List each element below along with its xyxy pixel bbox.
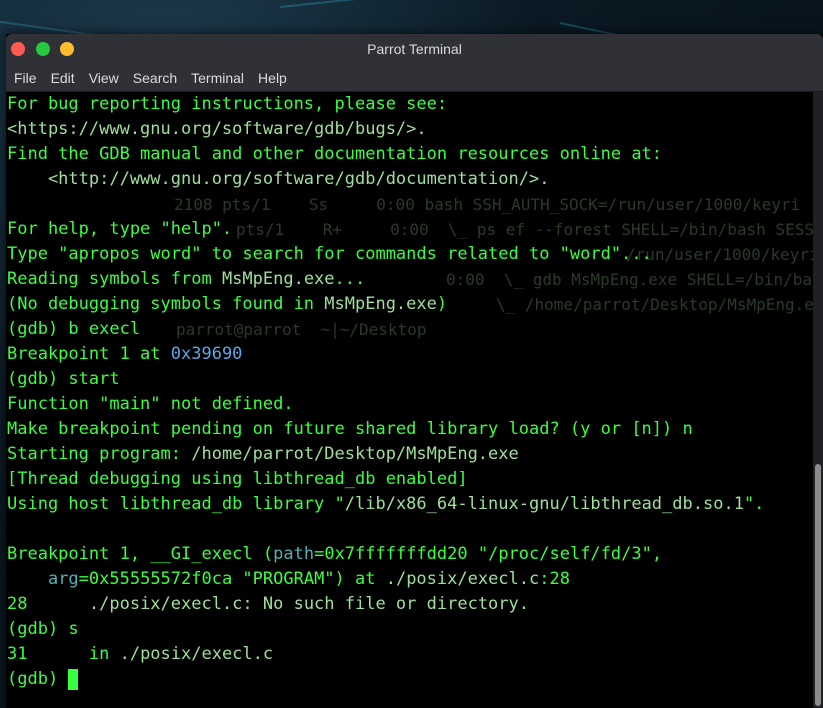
terminal-text-segment: ) (436, 294, 448, 314)
terminal-line: Find the GDB manual and other documentat… (7, 142, 813, 167)
terminal-text-segment: <http://www.gnu.org/software/gdb/documen… (7, 169, 550, 189)
terminal-text-segment: arg (47, 569, 79, 589)
terminal-line: Using host libthread_db library "/lib/x8… (7, 492, 813, 517)
menu-bar: File Edit View Search Terminal Help (6, 64, 823, 92)
terminal-line: [Thread debugging using libthread_db ena… (7, 467, 813, 492)
terminal-line: Make breakpoint pending on future shared… (7, 417, 813, 442)
terminal-text-segment: 31 in (7, 644, 120, 664)
window-title: Parrot Terminal (367, 41, 462, 57)
menu-edit[interactable]: Edit (51, 68, 75, 88)
terminal-text-segment: /home/parrot/Desktop/MsMpEng.exe (191, 444, 519, 464)
terminal-line: (gdb) s (7, 617, 813, 642)
scrollbar-thumb[interactable] (815, 464, 821, 706)
terminal-text-segment: ( (252, 544, 274, 564)
terminal-line: For bug reporting instructions, please s… (7, 92, 813, 117)
terminal-line: arg=0x55555572f0ca "PROGRAM") at ./posix… (7, 567, 813, 592)
terminal-line: For help, type "help". (7, 217, 813, 242)
title-bar[interactable]: Parrot Terminal (6, 34, 823, 64)
terminal-line: 31 in ./posix/execl.c (7, 642, 813, 667)
terminal-line: Function "main" not defined. (7, 392, 813, 417)
terminal-text-segment: MsMpEng.exe (324, 294, 437, 314)
terminal-text-segment: Make breakpoint pending on future shared… (7, 419, 693, 439)
terminal-line: <http://www.gnu.org/software/gdb/documen… (7, 167, 813, 192)
terminal-text-segment: For help, type "help". (7, 219, 233, 239)
terminal-text-segment: For bug reporting instructions, please s… (7, 94, 448, 114)
terminal-line: (gdb) (7, 667, 813, 692)
terminal-lines: For bug reporting instructions, please s… (7, 92, 813, 692)
terminal-line: 28 ./posix/execl.c: No such file or dire… (7, 592, 813, 617)
terminal-text-segment: <https://www.gnu.org/software/gdb/bugs/>… (7, 119, 427, 139)
terminal-text-segment: Type "apropos word" to search for comman… (7, 244, 652, 264)
terminal-text-segment: (No debugging symbols found in (7, 294, 325, 314)
menu-file[interactable]: File (14, 68, 37, 88)
terminal-text-segment: Reading symbols from (7, 269, 222, 289)
terminal-text-segment: :28 (539, 569, 570, 589)
terminal-text-segment: Using host libthread_db library " (7, 494, 345, 514)
menu-help[interactable]: Help (258, 68, 287, 88)
terminal-text-segment: MsMpEng.exe (221, 269, 335, 289)
terminal-output[interactable]: 2108 pts/1 Ss 0:00 bash SSH_AUTH_SOCK=/r… (6, 92, 813, 708)
terminal-text-segment: Starting program: (7, 444, 192, 464)
terminal-text-segment: ./posix/execl.c (119, 644, 274, 664)
terminal-line: Breakpoint 1, __GI_execl (path=0x7ffffff… (7, 542, 813, 567)
terminal-line: Type "apropos word" to search for comman… (7, 242, 813, 267)
menu-terminal[interactable]: Terminal (191, 68, 244, 88)
terminal-text-segment: /lib/x86_64-linux-gnu/libthread_db.so.1 (344, 494, 744, 514)
terminal-line: Starting program: /home/parrot/Desktop/M… (7, 442, 813, 467)
terminal-text-segment: 0x39690 (170, 344, 243, 364)
terminal-line: Breakpoint 1 at 0x39690 (7, 342, 813, 367)
terminal-text-segment: ". (743, 494, 765, 514)
terminal-text-segment: path (273, 544, 315, 564)
terminal-text-segment: Breakpoint 1, (7, 544, 151, 564)
terminal-line: (gdb) b execl (7, 317, 813, 342)
terminal-text-segment: Find the GDB manual and other documentat… (7, 144, 663, 164)
terminal-text-segment: =0x7fffffffdd20 "/proc/self/fd/3", (314, 544, 663, 564)
scrollbar[interactable] (813, 92, 823, 708)
terminal-text-segment: Breakpoint 1 at (7, 344, 171, 364)
terminal-text-segment: (gdb) start (7, 369, 120, 389)
terminal-text-segment: ... (334, 269, 366, 289)
terminal-text-segment: __GI_execl (150, 544, 253, 564)
terminal-text-segment: [Thread debugging using libthread_db ena… (7, 469, 468, 489)
terminal-text-segment: =0x55555572f0ca "PROGRAM") at (78, 569, 386, 589)
terminal-line: Reading symbols from MsMpEng.exe... (7, 267, 813, 292)
terminal-window: Parrot Terminal File Edit View Search Te… (6, 34, 823, 708)
terminal-line: (gdb) start (7, 367, 813, 392)
text-cursor (68, 668, 79, 690)
terminal-text-segment: (gdb) s (7, 619, 79, 639)
terminal-text-segment: 28 (7, 594, 89, 614)
menu-view[interactable]: View (89, 68, 119, 88)
terminal-text-segment: (gdb) (7, 669, 69, 689)
terminal-text-segment: ./posix/execl.c (385, 569, 540, 589)
terminal-text-segment: (gdb) b execl (7, 319, 141, 339)
terminal-text-segment: ./posix/execl.c: No such file or directo… (88, 594, 529, 614)
menu-search[interactable]: Search (133, 68, 177, 88)
terminal-line: <https://www.gnu.org/software/gdb/bugs/>… (7, 117, 813, 142)
terminal-line: (No debugging symbols found in MsMpEng.e… (7, 292, 813, 317)
terminal-text-segment: Function "main" not defined. (7, 394, 294, 414)
